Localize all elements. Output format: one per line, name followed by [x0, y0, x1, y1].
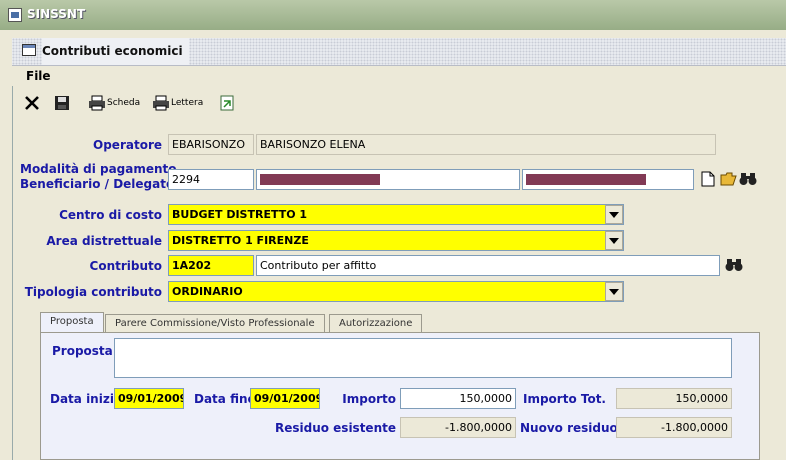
proposta-textarea[interactable] [114, 338, 732, 378]
internal-frame-header: Contributi economici [12, 38, 786, 66]
beneficiario-field[interactable] [256, 169, 520, 190]
area-label: Area distrettuale [46, 234, 162, 248]
new-document-button[interactable] [698, 169, 718, 189]
contributo-code-input[interactable]: 1A202 [168, 255, 254, 276]
centro-select[interactable]: BUDGET DISTRETTO 1 [168, 204, 624, 225]
close-x-icon [25, 96, 39, 110]
modalita-label-line2: Beneficiario / Delegato [20, 177, 175, 191]
menu-bar: File [12, 66, 786, 86]
binoculars-icon [739, 173, 757, 185]
delete-button[interactable] [24, 93, 40, 113]
new-document-icon [701, 171, 715, 187]
print-scheda-button[interactable]: Scheda [88, 93, 140, 113]
app-title: SINSSNT [27, 7, 86, 21]
printer-icon [153, 95, 169, 111]
document-arrow-icon [220, 95, 234, 111]
open-folder-button[interactable] [718, 169, 738, 189]
contributo-description-field: Contributo per affitto [256, 255, 720, 276]
document-export-button[interactable] [220, 93, 234, 113]
nuovo-residuo-field: -1.800,0000 [616, 417, 732, 438]
tipologia-select[interactable]: ORDINARIO [168, 281, 624, 302]
redacted-text [526, 174, 646, 185]
menu-file[interactable]: File [26, 69, 51, 83]
residuo-label: Residuo esistente [274, 421, 396, 435]
data-inizio-label: Data inizio [50, 392, 123, 406]
binoculars-icon [725, 259, 743, 271]
centro-label: Centro di costo [59, 208, 162, 222]
centro-value: BUDGET DISTRETTO 1 [172, 208, 308, 221]
operatore-name-field: BARISONZO ELENA [256, 134, 716, 155]
floppy-disk-icon [55, 96, 69, 110]
printer-icon [89, 95, 105, 111]
redacted-text [260, 174, 380, 185]
chevron-down-icon[interactable] [605, 282, 623, 301]
area-select[interactable]: DISTRETTO 1 FIRENZE [168, 230, 624, 251]
print-lettera-label: Lettera [171, 98, 204, 108]
tab-proposta[interactable]: Proposta [40, 312, 104, 334]
importo-tot-field: 150,0000 [616, 388, 732, 409]
chevron-down-icon[interactable] [605, 231, 623, 250]
importo-input[interactable]: 150,0000 [400, 388, 516, 409]
operatore-code-field: EBARISONZO [168, 134, 254, 155]
importo-tot-label: Importo Tot. [522, 392, 606, 406]
data-fine-input[interactable]: 09/01/2009 [250, 388, 320, 409]
print-lettera-button[interactable]: Lettera [152, 93, 203, 113]
data-inizio-input[interactable]: 09/01/2009 [114, 388, 184, 409]
save-button[interactable] [54, 93, 70, 113]
operatore-label: Operatore [93, 138, 162, 152]
window-icon [22, 44, 36, 56]
window-title: Contributi economici [42, 38, 189, 65]
data-fine-label: Data fine [194, 392, 256, 406]
toolbar: Scheda Lettera [12, 88, 786, 118]
residuo-field: -1.800,0000 [400, 417, 516, 438]
tipologia-label: Tipologia contributo [24, 285, 162, 299]
contributo-label: Contributo [89, 259, 162, 273]
tipologia-value: ORDINARIO [172, 285, 243, 298]
proposta-label: Proposta [52, 344, 113, 358]
search-contributo-button[interactable] [724, 255, 744, 275]
modalita-label: Modalità di pagamento Beneficiario / Del… [20, 162, 177, 192]
folder-open-icon [720, 172, 737, 186]
app-icon [8, 8, 22, 22]
search-beneficiario-button[interactable] [738, 169, 758, 189]
area-value: DISTRETTO 1 FIRENZE [172, 234, 309, 247]
importo-label: Importo [342, 392, 396, 406]
print-scheda-label: Scheda [107, 98, 141, 108]
tab-autorizzazione[interactable]: Autorizzazione [329, 314, 423, 334]
tab-parere-commissione[interactable]: Parere Commissione/Visto Professionale [105, 314, 325, 334]
modalita-code-input[interactable]: 2294 [168, 169, 254, 190]
chevron-down-icon[interactable] [605, 205, 623, 224]
delegato-field[interactable] [522, 169, 694, 190]
modalita-label-line1: Modalità di pagamento [20, 162, 177, 176]
app-title-bar: SINSSNT [0, 0, 786, 30]
nuovo-residuo-label: Nuovo residuo [520, 421, 618, 435]
